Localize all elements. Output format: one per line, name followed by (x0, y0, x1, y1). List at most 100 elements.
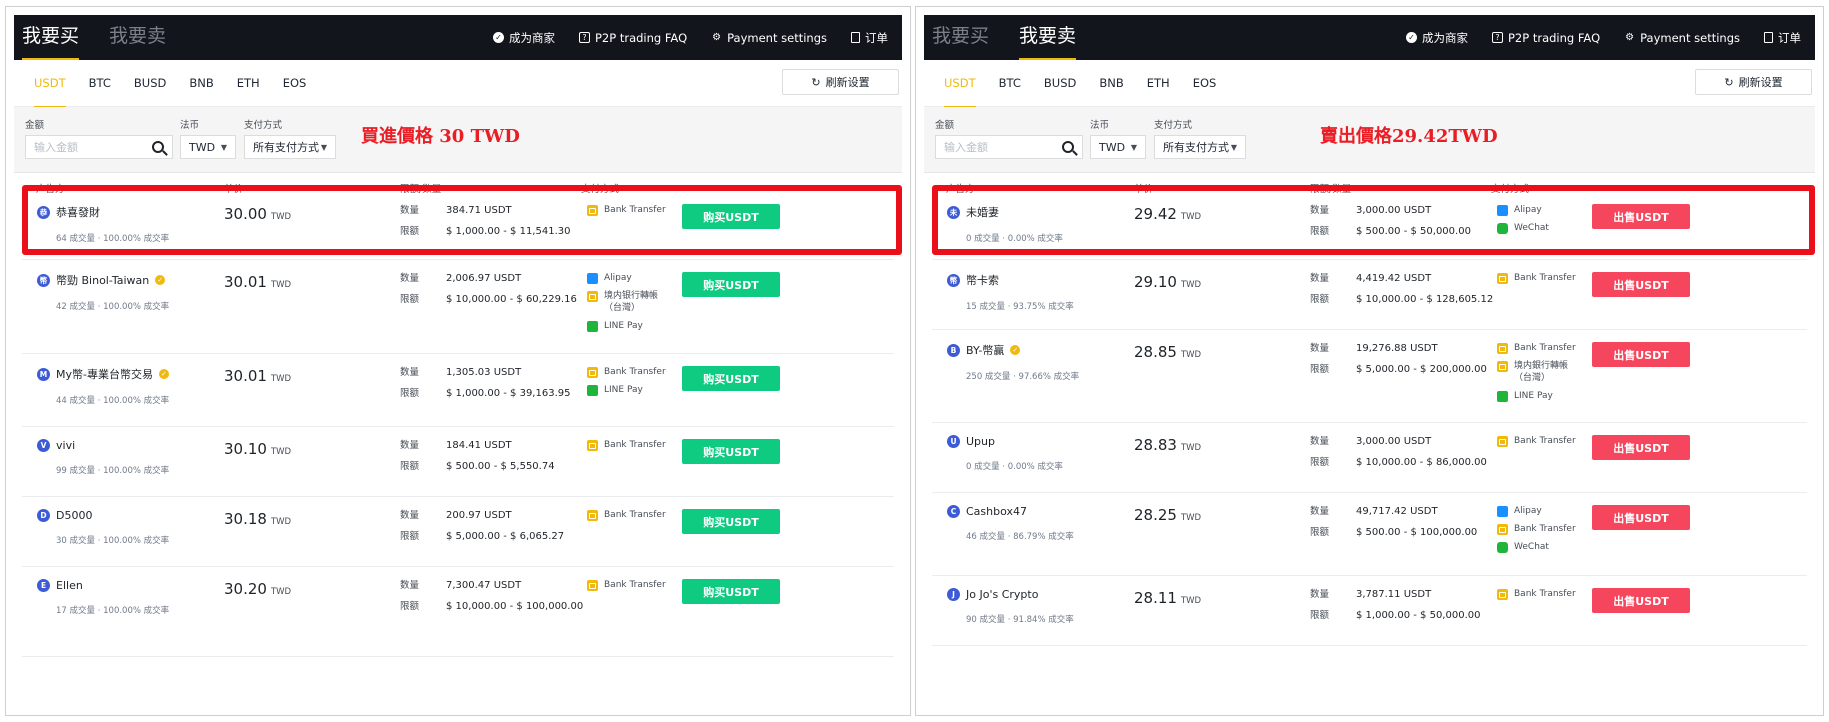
limit-line: 限额 $ 5,000.00 - $ 6,065.27 (400, 526, 564, 547)
become-merchant-link[interactable]: ✓ 成为商家 (492, 30, 555, 46)
become-merchant-link[interactable]: ✓ 成为商家 (1405, 30, 1468, 46)
payment-method-label: 境内銀行轉帳 （台灣） (1514, 361, 1569, 383)
coin-tab-btc[interactable]: BTC (89, 60, 111, 107)
sell-usdt-button[interactable]: 出售USDT (1592, 342, 1690, 367)
refresh-settings-button[interactable]: ↻ 刷新设置 (1695, 69, 1812, 95)
advertiser-name[interactable]: 幣勁 Binol-Taiwan (56, 272, 149, 288)
payment-select[interactable]: 所有支付方式 ▼ (1154, 135, 1246, 159)
bank-transfer-icon (587, 367, 598, 378)
amount-input[interactable]: 输入金额 (935, 135, 1083, 159)
advertiser-name[interactable]: vivi (56, 439, 75, 452)
advertiser[interactable]: B BY-幣贏 ✓ (947, 342, 1079, 358)
limit-value: $ 10,000.00 - $ 128,605.12 (1356, 294, 1494, 305)
refresh-settings-button[interactable]: ↻ 刷新设置 (782, 69, 899, 95)
fiat-select[interactable]: TWD ▼ (180, 135, 236, 159)
tab-buy[interactable]: 我要买 (22, 15, 80, 60)
trade-stats: 46 成交量 · 86.79% 成交率 (966, 532, 1074, 542)
advertiser[interactable]: M My幣-專業台幣交易 ✓ (37, 366, 169, 382)
payment-method: Alipay (1497, 505, 1576, 517)
price-value: 28.11 (1134, 589, 1177, 607)
payment-select[interactable]: 所有支付方式 ▼ (244, 135, 336, 159)
advertiser-name[interactable]: My幣-專業台幣交易 (56, 366, 153, 382)
coin-tab-busd[interactable]: BUSD (134, 60, 166, 107)
coin-tab-bnb[interactable]: BNB (1099, 60, 1123, 107)
sell-usdt-button[interactable]: 出售USDT (1592, 435, 1690, 460)
limit-line: 限额 $ 500.00 - $ 100,000.00 (1310, 522, 1477, 543)
quantity-key: 数量 (1310, 506, 1330, 517)
coin-tab-btc[interactable]: BTC (999, 60, 1021, 107)
coin-tab-usdt[interactable]: USDT (944, 60, 976, 108)
wechat-icon (1497, 542, 1508, 553)
search-icon[interactable] (1062, 141, 1074, 153)
price-unit: TWD (1180, 513, 1202, 523)
advertiser-name[interactable]: D5000 (56, 509, 92, 522)
buy-usdt-button[interactable]: 购买USDT (682, 366, 780, 391)
advertiser[interactable]: 幣幣卡索 (947, 272, 1074, 288)
question-icon: ? (578, 32, 590, 43)
buy-usdt-button[interactable]: 购买USDT (682, 439, 780, 464)
payment-methods: Bank Transfer (587, 439, 666, 457)
payment-method-label: Alipay (604, 273, 632, 283)
price-value: 30.10 (224, 440, 267, 458)
advertiser[interactable]: Vvivi (37, 439, 169, 452)
advertiser-name[interactable]: Jo Jo's Crypto (966, 588, 1038, 601)
tab-buy[interactable]: 我要买 (932, 15, 989, 60)
tab-sell[interactable]: 我要卖 (1019, 15, 1077, 60)
document-icon (851, 32, 860, 43)
limit-line: 限额 $ 10,000.00 - $ 100,000.00 (400, 596, 583, 617)
payment-methods: Bank Transfer (1497, 435, 1576, 453)
coin-tab-bnb[interactable]: BNB (189, 60, 213, 107)
orders-link[interactable]: 订单 (851, 30, 888, 46)
p2p-faq-link[interactable]: ? P2P trading FAQ (578, 31, 687, 45)
buy-usdt-button[interactable]: 购买USDT (682, 579, 780, 604)
coin-tab-eos[interactable]: EOS (1193, 60, 1217, 107)
sell-usdt-button[interactable]: 出售USDT (1592, 272, 1690, 297)
payment-method: WeChat (1497, 541, 1576, 553)
limit-value: $ 10,000.00 - $ 60,229.16 (446, 294, 577, 305)
unit-price: 30.01 TWD (224, 273, 291, 291)
p2p-faq-link[interactable]: ? P2P trading FAQ (1491, 31, 1600, 45)
sell-usdt-button[interactable]: 出售USDT (1592, 505, 1690, 530)
buy-usdt-button[interactable]: 购买USDT (682, 272, 780, 297)
coin-tab-eth[interactable]: ETH (237, 60, 260, 107)
advertiser-cell: Vvivi 99 成交量 · 100.00% 成交率 (37, 439, 169, 476)
advertiser[interactable]: D D5000 (37, 509, 169, 522)
advertiser-name[interactable]: Cashbox47 (966, 505, 1027, 518)
fiat-select[interactable]: TWD ▼ (1090, 135, 1146, 159)
coin-tab-eth[interactable]: ETH (1147, 60, 1170, 107)
advertiser[interactable]: C Cashbox47 (947, 505, 1074, 518)
advertiser[interactable]: 幣幣勁 Binol-Taiwan ✓ (37, 272, 169, 288)
quantity-value: 3,787.11 USDT (1356, 589, 1432, 600)
tab-sell[interactable]: 我要卖 (109, 15, 166, 60)
payment-methods: Bank Transfer LINE Pay (587, 366, 666, 402)
orders-link[interactable]: 订单 (1764, 30, 1801, 46)
advertiser-name[interactable]: BY-幣贏 (966, 342, 1004, 358)
advertiser-name[interactable]: Ellen (56, 579, 83, 592)
advertiser[interactable]: J Jo Jo's Crypto (947, 588, 1074, 601)
limit-key: 限额 (400, 388, 420, 399)
coin-tab-usdt[interactable]: USDT (34, 60, 66, 108)
price-unit: TWD (1180, 350, 1202, 360)
limit-line: 限额 $ 10,000.00 - $ 86,000.00 (1310, 452, 1487, 473)
limit-line: 限额 $ 1,000.00 - $ 39,163.95 (400, 383, 570, 404)
search-icon[interactable] (152, 141, 164, 153)
advertiser-name[interactable]: Upup (966, 435, 995, 448)
advertiser[interactable]: U Upup (947, 435, 1063, 448)
payment-settings-link[interactable]: ⚙ Payment settings (1624, 31, 1740, 45)
p2p-panel-buy: 我要买 我要卖 ✓ 成为商家 ? P2P trading FAQ ⚙ Payment sett… (14, 15, 902, 715)
unit-price: 28.25 TWD (1134, 506, 1201, 524)
coin-tab-busd[interactable]: BUSD (1044, 60, 1076, 107)
verified-badge-icon: ✓ (1010, 345, 1021, 355)
price-value: 30.01 (224, 367, 267, 385)
amount-input[interactable]: 输入金额 (25, 135, 173, 159)
bank-transfer-icon (1497, 273, 1508, 284)
buy-usdt-button[interactable]: 购买USDT (682, 509, 780, 534)
coin-tab-eos[interactable]: EOS (283, 60, 307, 107)
sell-usdt-button[interactable]: 出售USDT (1592, 588, 1690, 613)
advertiser[interactable]: E Ellen (37, 579, 169, 592)
quantity-key: 数量 (400, 273, 420, 284)
table-row: 幣幣勁 Binol-Taiwan ✓ 42 成交量 · 100.00% 成交率 30.… (22, 260, 894, 354)
payment-method: Bank Transfer (587, 366, 666, 378)
advertiser-name[interactable]: 幣卡索 (966, 272, 999, 288)
payment-settings-link[interactable]: ⚙ Payment settings (711, 31, 827, 45)
